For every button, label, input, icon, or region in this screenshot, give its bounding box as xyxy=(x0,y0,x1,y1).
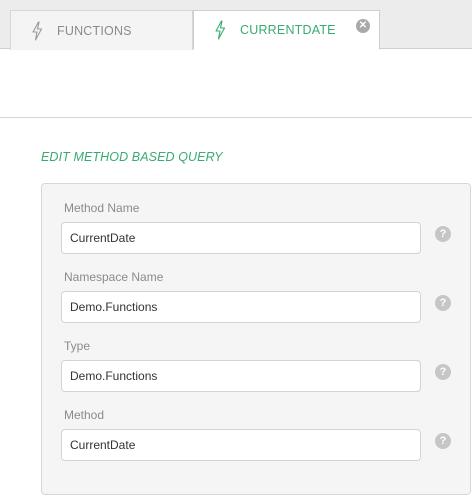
help-icon[interactable]: ? xyxy=(435,433,451,449)
close-tab-icon[interactable]: ✕ xyxy=(356,19,370,33)
method-label: Method xyxy=(64,408,105,422)
tab-bar: FUNCTIONS CURRENTDATE ✕ xyxy=(0,0,472,50)
help-icon[interactable]: ? xyxy=(435,364,451,380)
help-icon[interactable]: ? xyxy=(435,226,451,242)
toolbar-area xyxy=(0,50,472,118)
tab-functions[interactable]: FUNCTIONS xyxy=(10,10,193,50)
type-label: Type xyxy=(64,339,91,353)
tab-functions-label: FUNCTIONS xyxy=(57,23,132,38)
tab-currentdate-label: CURRENTDATE xyxy=(240,23,336,37)
section-title: EDIT METHOD BASED QUERY xyxy=(41,150,223,164)
method-name-input[interactable]: CurrentDate xyxy=(61,222,421,254)
type-input[interactable]: Demo.Functions xyxy=(61,360,421,392)
namespace-name-input[interactable]: Demo.Functions xyxy=(61,291,421,323)
tab-currentdate[interactable]: CURRENTDATE ✕ xyxy=(193,10,380,50)
lightning-icon xyxy=(31,20,51,42)
help-icon[interactable]: ? xyxy=(435,295,451,311)
method-name-label: Method Name xyxy=(64,201,140,215)
method-input[interactable]: CurrentDate xyxy=(61,429,421,461)
lightning-icon xyxy=(214,19,234,41)
namespace-name-label: Namespace Name xyxy=(64,270,164,284)
